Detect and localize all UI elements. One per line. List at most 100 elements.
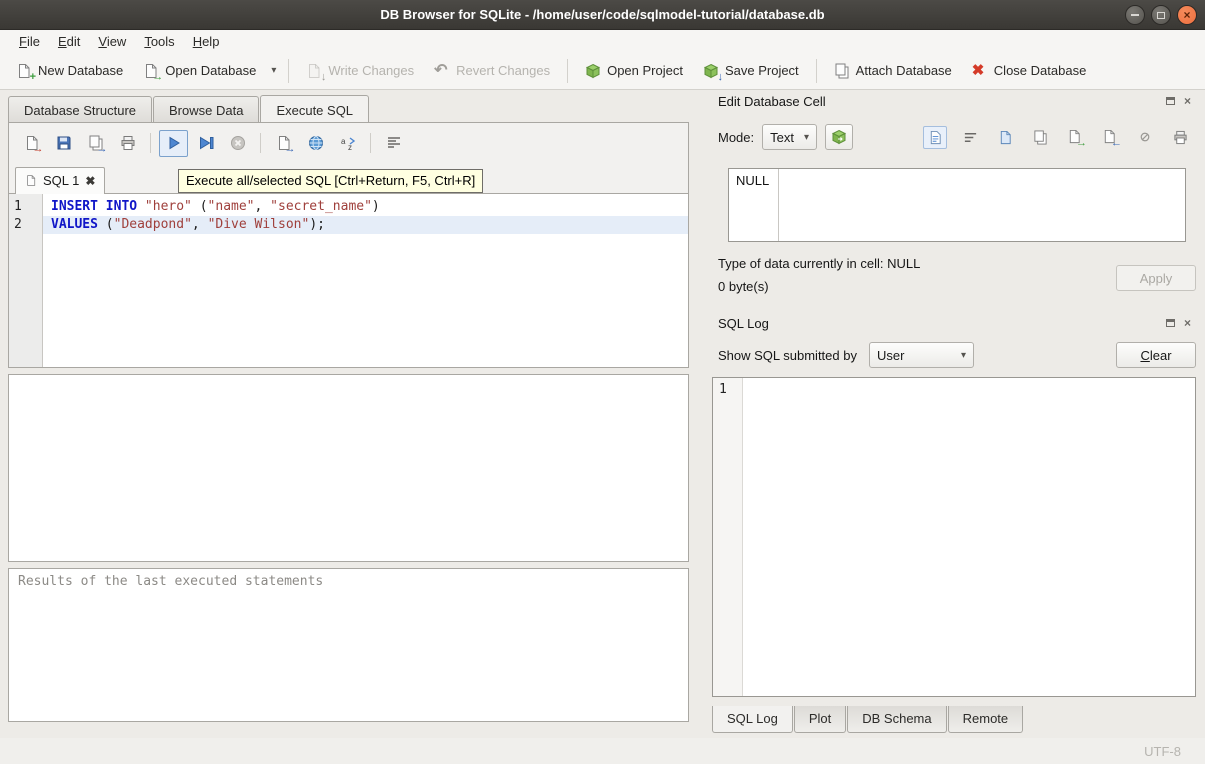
close-panel-button[interactable]: × [1181,95,1194,107]
execute-all-button[interactable] [159,130,188,157]
edit-cell-header: Edit Database Cell × [718,92,1194,110]
autocomplete-button[interactable]: az [333,130,362,157]
results-message-area[interactable]: Results of the last executed statements [8,568,689,722]
cell-value: NULL [729,169,779,241]
minimize-icon [1131,14,1139,16]
open-external-button[interactable] [993,126,1017,149]
attach-database-label: Attach Database [856,63,952,78]
open-project-button[interactable]: Open Project [577,58,691,84]
open-database-label: Open Database [165,63,256,78]
open-project-label: Open Project [607,63,683,78]
mode-value: Text [770,130,794,145]
dock-tab-bar: SQL Log Plot DB Schema Remote [712,706,1024,733]
sql-code-area[interactable]: INSERT INTO "hero" ("name", "secret_name… [43,194,688,367]
chevron-down-icon: ▾ [961,350,966,361]
revert-changes-button[interactable]: ↶ Revert Changes [426,58,558,84]
open-database-button[interactable]: → Open Database [135,58,264,84]
results-grid[interactable] [8,374,689,562]
float-panel-button[interactable] [1164,95,1177,107]
save-sql-as-button[interactable]: → [81,130,110,157]
open-database-dropdown[interactable]: ▾ [268,60,279,81]
save-project-button[interactable]: ↓ Save Project [695,58,807,84]
execute-line-button[interactable] [191,130,220,157]
tab-sql-log[interactable]: SQL Log [712,706,793,733]
tab-db-schema[interactable]: DB Schema [847,706,946,733]
maximize-button[interactable] [1151,5,1171,25]
submitted-by-value: User [877,348,904,363]
clear-log-button[interactable]: Clear [1116,342,1196,368]
float-panel-button[interactable] [1164,317,1177,329]
print-cell-button[interactable] [1168,126,1192,149]
globe-icon [308,135,324,151]
results-placeholder: Results of the last executed statements [18,574,323,589]
menu-view[interactable]: View [89,32,135,51]
toolbar-separator [260,133,261,153]
sql-tab-label: SQL 1 [43,173,79,188]
word-wrap-button[interactable] [958,126,982,149]
import-from-file-button[interactable] [825,124,853,150]
tab-plot[interactable]: Plot [794,706,846,733]
tab-database-structure[interactable]: Database Structure [8,96,152,124]
print-icon [1173,130,1188,145]
text-mode-button[interactable] [923,126,947,149]
cell-value-editor[interactable]: NULL [728,168,1186,242]
editor-line-2: VALUES ("Deadpond", "Dive Wilson"); [43,216,688,234]
minimize-button[interactable] [1125,5,1145,25]
new-database-button[interactable]: + New Database [8,58,131,84]
export-results-icon: → [276,135,292,151]
mode-label: Mode: [718,130,754,145]
close-panel-button[interactable]: × [1181,317,1194,329]
export-cell-button[interactable]: → [1063,126,1087,149]
menu-edit[interactable]: Edit [49,32,89,51]
cell-size-info: 0 byte(s) [718,279,769,294]
menu-bar: File Edit View Tools Help [0,30,1205,52]
sql-tab-close-icon[interactable]: ✖ [85,174,95,188]
format-sql-button[interactable] [379,130,408,157]
sql-doc-icon [25,174,37,187]
copy-icon [1033,130,1048,145]
print-sql-button[interactable] [113,130,142,157]
toolbar-separator [816,59,817,83]
find-replace-button[interactable] [301,130,330,157]
line-number: 2 [9,216,42,234]
close-database-label: Close Database [994,63,1087,78]
main-toolbar: + New Database → Open Database ▾ ↓ Write… [0,52,1205,90]
attach-database-button[interactable]: Attach Database [826,58,960,84]
menu-file[interactable]: File [10,32,49,51]
stop-execution-button[interactable] [223,130,252,157]
menu-tools[interactable]: Tools [135,32,183,51]
cell-edit-area[interactable] [779,169,1185,241]
toolbar-separator [370,133,371,153]
tab-remote[interactable]: Remote [948,706,1024,733]
mode-combobox[interactable]: Text ▾ [762,124,817,150]
close-button[interactable]: × [1177,5,1197,25]
open-sql-file-icon: → [24,135,40,151]
tab-browse-data[interactable]: Browse Data [153,96,259,124]
sql-editor[interactable]: 1 2 INSERT INTO "hero" ("name", "secret_… [9,194,688,367]
write-changes-button[interactable]: ↓ Write Changes [298,58,422,84]
line-number: 1 [9,198,42,216]
apply-button[interactable]: Apply [1116,265,1196,291]
main-content: Database Structure Browse Data Execute S… [0,90,1205,738]
open-sql-file-button[interactable]: → [17,130,46,157]
close-database-button[interactable]: ✖ Close Database [964,58,1095,84]
save-project-icon: ↓ [703,63,719,79]
sql-tab-1[interactable]: SQL 1 ✖ [15,167,105,194]
encoding-indicator[interactable]: UTF-8 [1144,744,1181,759]
export-results-button[interactable]: → [269,130,298,157]
sql-log-view[interactable]: 1 [712,377,1196,697]
new-database-label: New Database [38,63,123,78]
log-content[interactable] [743,378,1195,696]
copy-cell-button[interactable] [1028,126,1052,149]
submitted-by-combobox[interactable]: User ▾ [869,342,974,368]
title-bar[interactable]: DB Browser for SQLite - /home/user/code/… [0,0,1205,30]
import-cell-button[interactable]: ← [1098,126,1122,149]
blue-doc-icon [998,130,1013,145]
toolbar-separator [567,59,568,83]
set-null-button[interactable] [1133,126,1157,149]
edit-cell-toolbar: Mode: Text ▾ [718,122,1192,152]
tab-execute-sql[interactable]: Execute SQL [260,95,369,123]
menu-help[interactable]: Help [184,32,229,51]
set-null-icon [1139,131,1151,143]
save-sql-file-button[interactable] [49,130,78,157]
